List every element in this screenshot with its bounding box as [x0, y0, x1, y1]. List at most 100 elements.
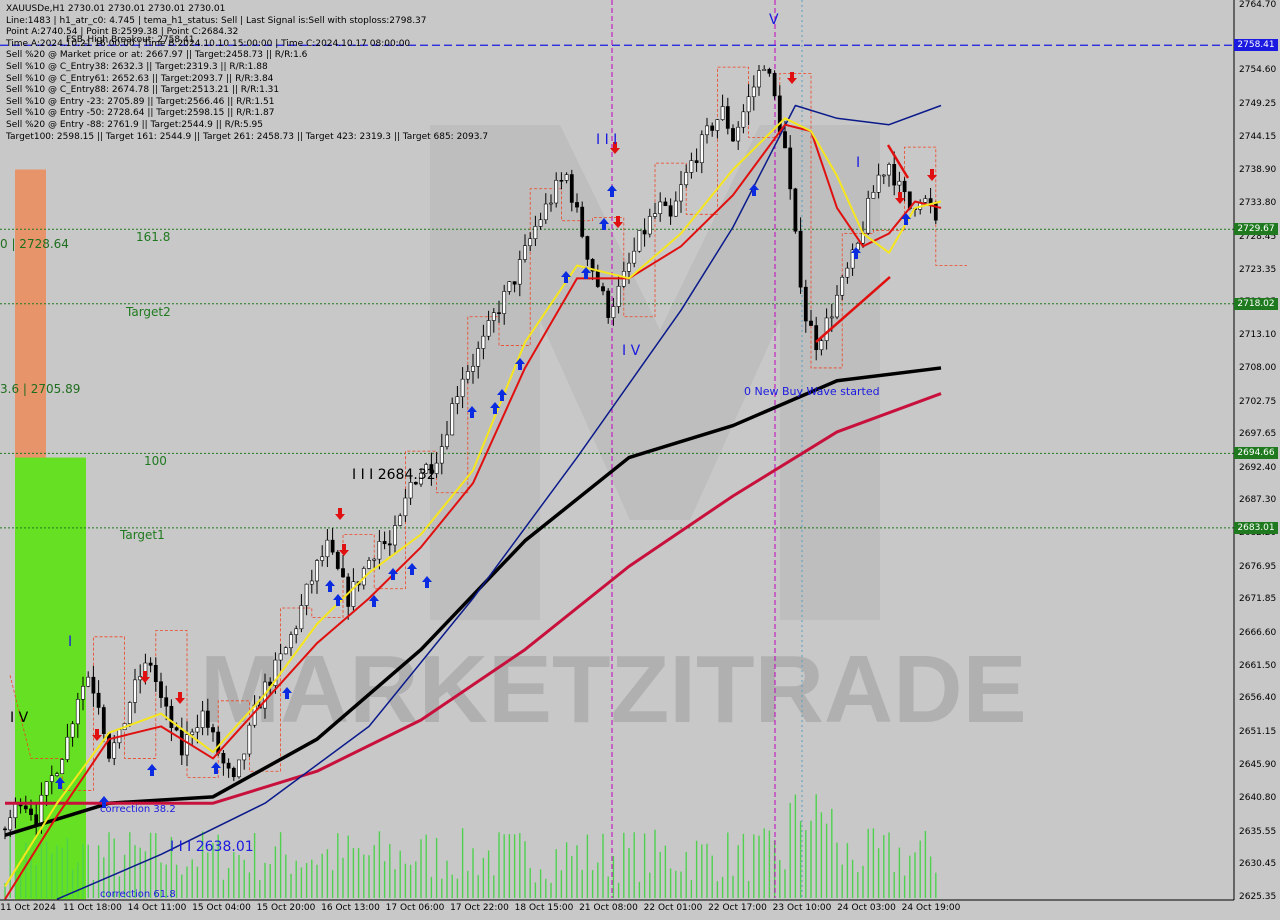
price-scale: 2764.70 2754.60 2749.25 2744.15 2738.90 2733.… [1234, 0, 1280, 902]
candle-body [575, 202, 579, 208]
candle-body [814, 325, 819, 351]
candle-body [653, 213, 657, 217]
candle-body [55, 773, 59, 776]
wave-IV-label: I V [622, 343, 641, 359]
candle-body [49, 775, 54, 782]
candle-body [611, 306, 616, 318]
candle-body [127, 702, 132, 724]
candle-body [70, 723, 75, 738]
candle-body [387, 543, 392, 546]
candle-body [309, 580, 314, 585]
time-tick-label: 11 Oct 2024 [0, 903, 56, 913]
candle-body [601, 286, 605, 292]
candle-body [247, 724, 252, 755]
candle-body [845, 267, 850, 278]
info-panel: XAUUSDe,H1 2730.01 2730.01 2730.01 2730.… [6, 4, 488, 143]
candle-body [741, 111, 746, 128]
candle-body [471, 365, 475, 372]
info-line: Sell %10 @ Entry -23: 2705.89 || Target:… [6, 96, 275, 107]
info-line: Sell %10 @ C_Entry38: 2632.3 || Target:2… [6, 61, 268, 72]
candle-body [512, 281, 517, 285]
candle-body [211, 727, 215, 733]
candle-body [783, 131, 787, 149]
price-tick-label: 2630.45 [1239, 859, 1277, 870]
time-tick-label: 15 Oct 20:00 [256, 903, 316, 913]
candle-body [481, 335, 486, 349]
candle-body [283, 647, 288, 655]
sell-arrow-icon [339, 544, 349, 556]
candle-body [335, 551, 340, 569]
candle-body [887, 164, 891, 176]
price-tick-label: 2625.35 [1239, 892, 1277, 902]
candle-body [881, 174, 886, 177]
candle-body [710, 125, 715, 131]
price-tick-label: 2671.85 [1239, 594, 1277, 605]
candle-body [777, 95, 782, 132]
info-line: Sell %20 @ Entry -88: 2761.9 || Target:2… [6, 119, 264, 130]
info-line: Target100: 2598.15 || Target 161: 2544.9… [6, 131, 489, 142]
candle-body [372, 558, 377, 561]
candle-body [725, 106, 730, 129]
candle-body [502, 291, 507, 314]
candle-body [367, 560, 371, 569]
candle-body [107, 733, 111, 759]
price-tick-label: 2749.25 [1239, 98, 1277, 109]
price-level-tag: 2694.66 [1234, 447, 1278, 460]
candle-body [647, 216, 652, 235]
price-tick-label: 2713.10 [1239, 330, 1277, 341]
sell-arrow-icon [335, 508, 345, 520]
price-level-tag: 2683.01 [1234, 521, 1278, 534]
candle-body [179, 729, 184, 756]
info-line: Sell %20 @ Market price or at: 2667.97 |… [6, 50, 308, 61]
candle-body [606, 290, 611, 318]
candle-body [200, 710, 205, 728]
candle-body [315, 560, 319, 582]
candle-body [185, 734, 189, 756]
sell-arrow-icon [140, 671, 150, 683]
price-tick-label: 2645.90 [1239, 760, 1277, 771]
candle-body [476, 348, 481, 367]
info-line: Sell %10 @ C_Entry88: 2674.78 || Target:… [6, 85, 280, 96]
price-tick-label: 2687.30 [1239, 495, 1277, 506]
price-tick-label: 2676.95 [1239, 561, 1277, 572]
candle-body [876, 174, 881, 193]
price-tick-label: 2656.40 [1239, 693, 1277, 704]
candle-body [13, 802, 18, 819]
candle-body [341, 568, 345, 578]
candle-body [133, 679, 137, 703]
candle-body [897, 180, 902, 186]
candle-body [190, 731, 195, 735]
candle-body [278, 653, 283, 661]
candle-body [538, 219, 543, 227]
price-tick-label: 2666.60 [1239, 627, 1277, 638]
price-tick-label: 2692.40 [1239, 462, 1277, 473]
candle-body [86, 676, 91, 687]
candle-body [705, 125, 709, 136]
candle-body [112, 742, 117, 759]
target1-label: Target1 [120, 528, 165, 542]
level-2638-label: I I I 2638.01 [170, 839, 254, 855]
candle-body [736, 126, 741, 142]
candle-body [824, 317, 829, 341]
candle-body [96, 692, 101, 708]
sell-arrow-icon [175, 692, 185, 704]
candle-body [81, 685, 85, 700]
time-tick-label: 14 Oct 11:00 [127, 903, 187, 913]
candle-body [809, 320, 813, 326]
candle-body [195, 727, 200, 733]
candle-body [892, 164, 897, 186]
candle-body [408, 482, 413, 499]
candle-body [65, 736, 70, 760]
candle-body [325, 539, 330, 558]
time-tick-label: 17 Oct 22:00 [450, 903, 509, 913]
candle-body [445, 434, 449, 447]
wave-V-label: V [769, 12, 779, 28]
candle-body [231, 767, 236, 778]
candle-body [507, 281, 512, 292]
price-tick-label: 2635.55 [1239, 826, 1277, 837]
time-tick-label: 24 Oct 03:00 [837, 903, 896, 913]
candle-body [205, 710, 210, 728]
candle-body [455, 396, 460, 404]
candle-body [304, 583, 309, 606]
candle-body [632, 250, 637, 264]
